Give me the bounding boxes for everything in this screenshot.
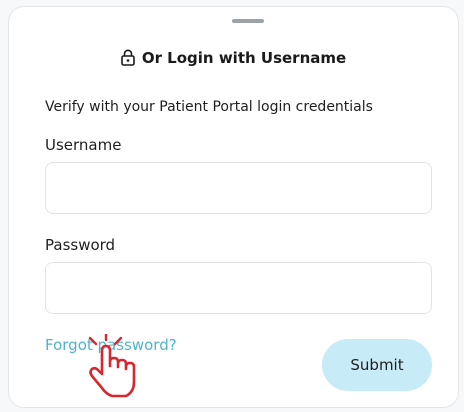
password-label: Password — [45, 236, 116, 254]
username-field[interactable] — [45, 162, 432, 214]
login-heading: Or Login with Username — [9, 49, 458, 70]
page: Or Login with Username Verify with your … — [0, 0, 464, 412]
lock-icon — [121, 49, 135, 70]
drag-handle[interactable] — [232, 19, 264, 23]
login-bottom-sheet: Or Login with Username Verify with your … — [8, 6, 459, 408]
password-field[interactable] — [45, 262, 432, 314]
submit-button[interactable]: Submit — [322, 339, 432, 391]
login-heading-text: Or Login with Username — [141, 49, 347, 67]
hand-pointer-icon — [88, 334, 136, 398]
username-label: Username — [45, 136, 122, 154]
login-subtitle: Verify with your Patient Portal login cr… — [45, 99, 373, 115]
